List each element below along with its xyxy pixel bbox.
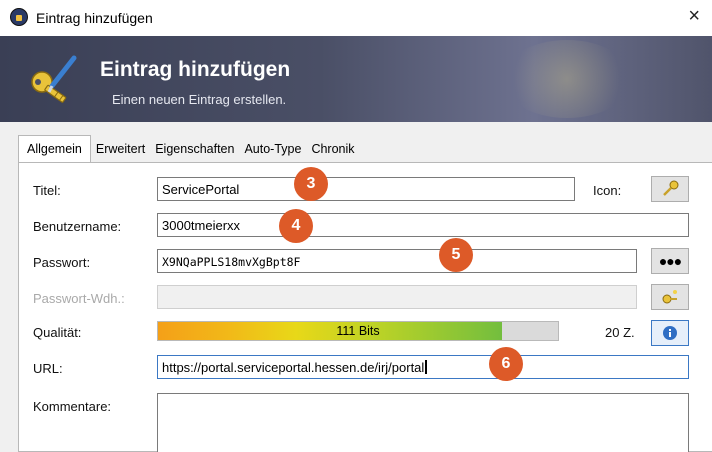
url-field-text: https://portal.serviceportal.hessen.de/i… [162, 360, 425, 375]
info-icon [663, 326, 677, 340]
annotation-badge-3: 3 [294, 167, 328, 201]
quality-info-button[interactable] [651, 320, 689, 346]
tab-eigenschaften[interactable]: Eigenschaften [150, 137, 239, 162]
text-caret [425, 360, 428, 374]
icon-label: Icon: [593, 183, 622, 198]
username-label: Benutzername: [33, 219, 122, 234]
window-title: Eintrag hinzufügen [36, 10, 153, 26]
banner-glow [502, 40, 632, 118]
annotation-badge-5: 5 [439, 238, 473, 272]
password-repeat-label: Passwort-Wdh.: [33, 291, 125, 306]
tab-panel-allgemein: Titel: ServicePortal Icon: Benutzername:… [18, 162, 712, 452]
tab-auto-type[interactable]: Auto-Type [239, 137, 306, 162]
close-button[interactable]: × [688, 6, 700, 26]
tab-allgemein[interactable]: Allgemein [18, 135, 91, 162]
lock-icon [10, 8, 28, 26]
annotation-badge-6: 6 [489, 347, 523, 381]
annotation-badge-4: 4 [279, 209, 313, 243]
generate-password-button[interactable] [651, 284, 689, 310]
password-quality-bar: 111 Bits [157, 321, 559, 341]
title-field[interactable]: ServicePortal [157, 177, 575, 201]
password-repeat-field[interactable] [157, 285, 637, 309]
key-pen-icon [31, 55, 77, 103]
show-password-button[interactable]: ●●● [651, 248, 689, 274]
url-field[interactable]: https://portal.serviceportal.hessen.de/i… [157, 355, 689, 379]
banner-subheading: Einen neuen Eintrag erstellen. [112, 92, 287, 107]
tab-chronik[interactable]: Chronik [306, 137, 359, 162]
password-field[interactable]: X9NQaPPLS18mvXgBpt8F [157, 249, 637, 273]
header-banner: Eintrag hinzufügen Einen neuen Eintrag e… [0, 36, 712, 122]
char-count: 20 Z. [605, 325, 635, 340]
icon-picker-button[interactable] [651, 176, 689, 202]
key-generate-icon [662, 290, 677, 304]
title-label: Titel: [33, 183, 61, 198]
comments-textarea[interactable] [157, 393, 689, 452]
tab-erweitert[interactable]: Erweitert [91, 137, 150, 162]
title-bar: Eintrag hinzufügen × [0, 0, 712, 36]
password-label: Passwort: [33, 255, 91, 270]
username-field[interactable]: 3000tmeierxx [157, 213, 689, 237]
tab-strip: Allgemein Erweitert Eigenschaften Auto-T… [18, 135, 360, 162]
key-icon [663, 180, 679, 196]
quality-label: Qualität: [33, 325, 82, 340]
comments-label: Kommentare: [33, 399, 112, 414]
url-label: URL: [33, 361, 63, 376]
quality-bits-text: 111 Bits [336, 324, 380, 338]
dialog-body: Allgemein Erweitert Eigenschaften Auto-T… [0, 122, 712, 452]
banner-heading: Eintrag hinzufügen [100, 58, 291, 81]
dots-icon: ●●● [658, 253, 682, 269]
